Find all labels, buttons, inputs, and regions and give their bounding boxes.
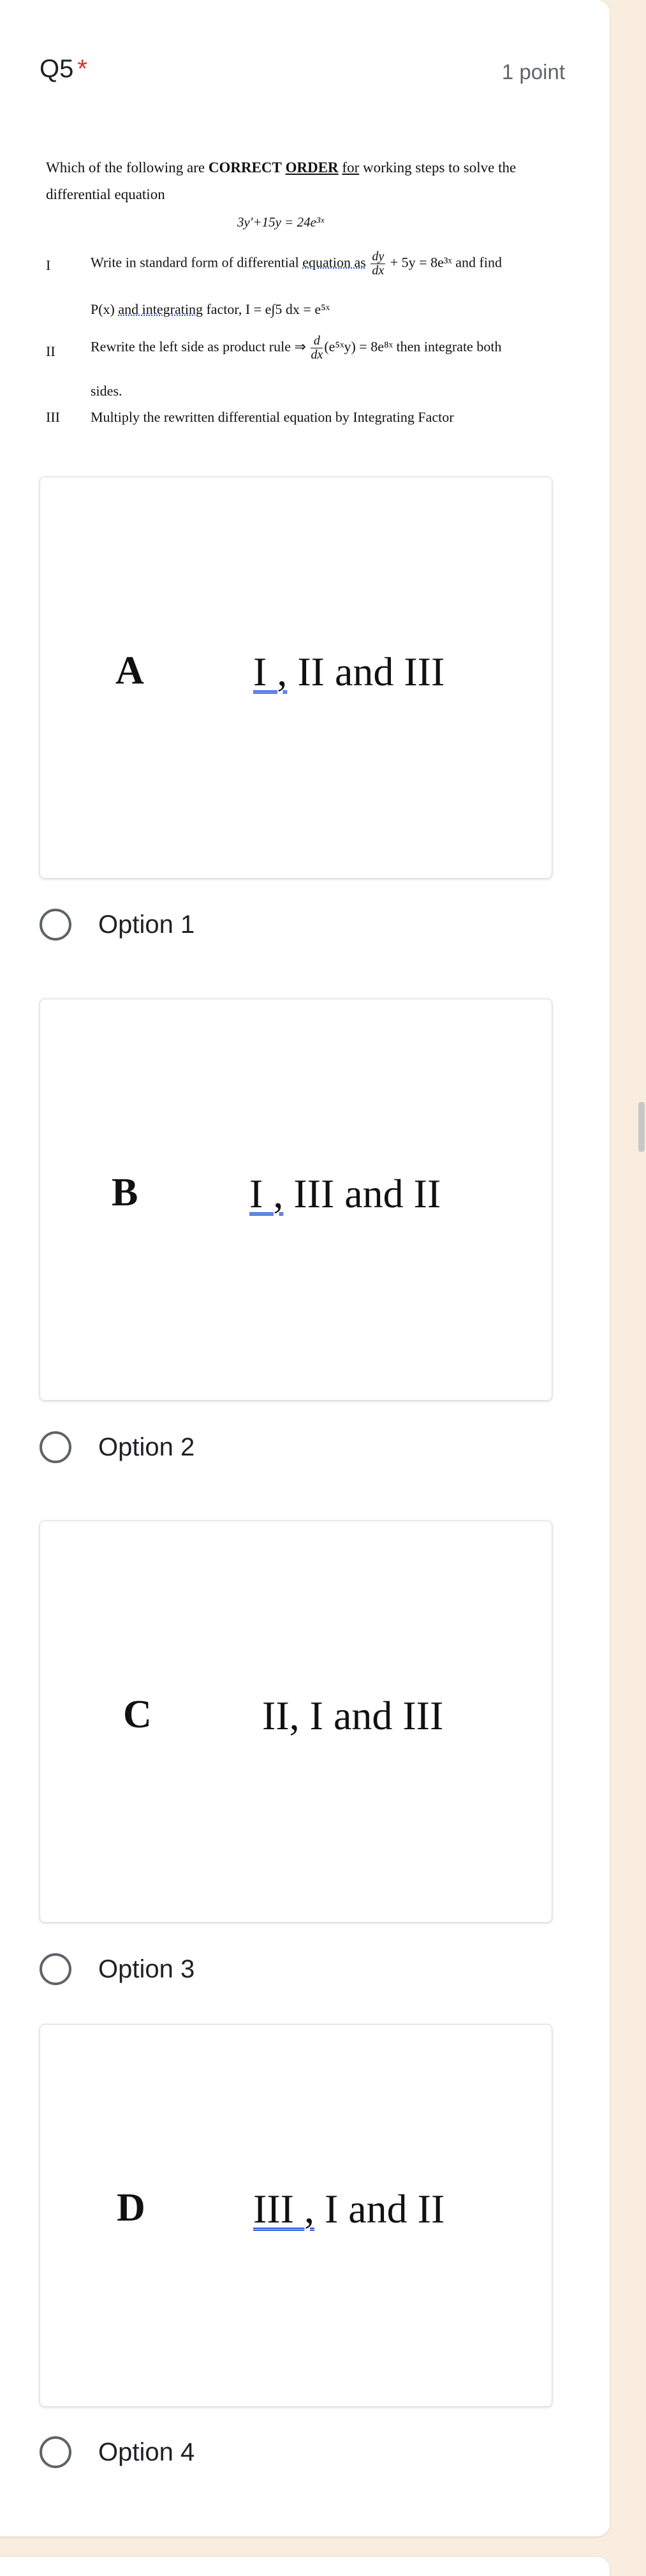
option-label: Option 2 [98,1433,195,1461]
option-label: Option 1 [98,910,195,939]
option-answer: I , III and II [249,1170,441,1217]
step-1-continuation: P(x) and integrating factor, I = e∫5 dx … [91,301,330,318]
option-letter: C [123,1693,152,1736]
radio-button[interactable] [40,2436,71,2468]
option-answer-underlined: III , [253,2186,314,2231]
option-answer-underlined: I , [249,1171,284,1216]
option-answer: I , II and III [253,648,444,696]
option-letter: B [112,1171,138,1214]
radio-button[interactable] [40,909,71,941]
step-1-text-c: + 5y = 8e³ˣ and find [390,254,502,271]
step-3-text: Multiply the rewritten differential equa… [91,409,454,425]
prompt-text-end: working steps to solve the [359,160,517,175]
frac-num: dy [371,249,386,264]
option-answer: II, I and III [262,1692,443,1739]
option-3-radio-row[interactable]: Option 3 [40,1950,195,1988]
option-a-image-card: A I , II and III [40,477,552,879]
option-answer-underlined: I , [253,649,288,694]
option-answer-rest: III and II [283,1171,441,1216]
step-1-px: P(x) [91,301,119,317]
frac-den: dx [311,348,323,362]
option-answer-rest: II, I and III [262,1693,444,1738]
step-2-text: Rewrite the left side as product rule ⇒ … [91,334,501,362]
radio-button[interactable] [40,1953,71,1985]
prompt-text: Which of the following are [46,160,209,175]
option-label: Option 4 [98,2438,195,2466]
option-label: Option 3 [98,1954,195,1983]
dy-dx-fraction: dy dx [371,249,386,278]
step-2-number: II [46,343,55,359]
option-b-image-card: B I , III and II [40,999,552,1401]
option-2-radio-row[interactable]: Option 2 [40,1428,195,1466]
prompt-order: ORDER [285,160,339,175]
next-card-edge [0,2557,610,2576]
frac-den: dx [372,264,385,278]
step-1-text: Write in standard form of differential e… [91,250,502,278]
question-number: Q5 [40,55,74,83]
required-asterisk: * [77,55,87,83]
step-2-text-a: Rewrite the left side as product rule ⇒ [91,338,310,355]
step-1-factor: factor, I = e∫5 dx = e⁵ˣ [202,301,330,317]
question-card: Q5 * 1 point Which of the following are C… [0,0,610,2536]
option-1-radio-row[interactable]: Option 1 [40,905,195,944]
question-title: Q5 * [40,55,87,84]
option-4-radio-row[interactable]: Option 4 [40,2433,195,2471]
option-answer-rest: I and II [314,2186,445,2231]
option-answer: III , I and II [253,2185,444,2233]
question-prompt-line2: differential equation [46,186,165,202]
option-c-image-card: C II, I and III [40,1521,552,1923]
step-1-text-b: equation as [302,254,366,271]
step-2-text-c: (e⁵ˣy) = 8e⁸ˣ then integrate both [324,338,502,355]
option-answer-rest: II and III [287,649,445,694]
scrollbar-thumb[interactable] [638,1102,645,1152]
step-3-number: III [46,409,60,425]
step-1-number: I [46,257,51,273]
prompt-correct: CORRECT [208,160,282,175]
step-1-integrating: and integrating [118,301,203,317]
option-d-image-card: D III , I and II [40,2024,552,2407]
differential-equation: 3y′+15y = 24e³ˣ [237,214,325,230]
d-dx-fraction: d dx [311,334,323,362]
question-prompt-line1: Which of the following are CORRECT ORDER… [46,160,516,176]
step-2-continuation: sides. [91,383,122,399]
option-letter: A [115,649,144,692]
prompt-for: for [342,160,360,175]
step-1-text-a: Write in standard form of differential [91,254,303,271]
frac-num: d [311,334,323,348]
option-letter: D [117,2186,145,2230]
radio-button[interactable] [40,1431,71,1463]
points-label: 1 point [501,60,565,84]
